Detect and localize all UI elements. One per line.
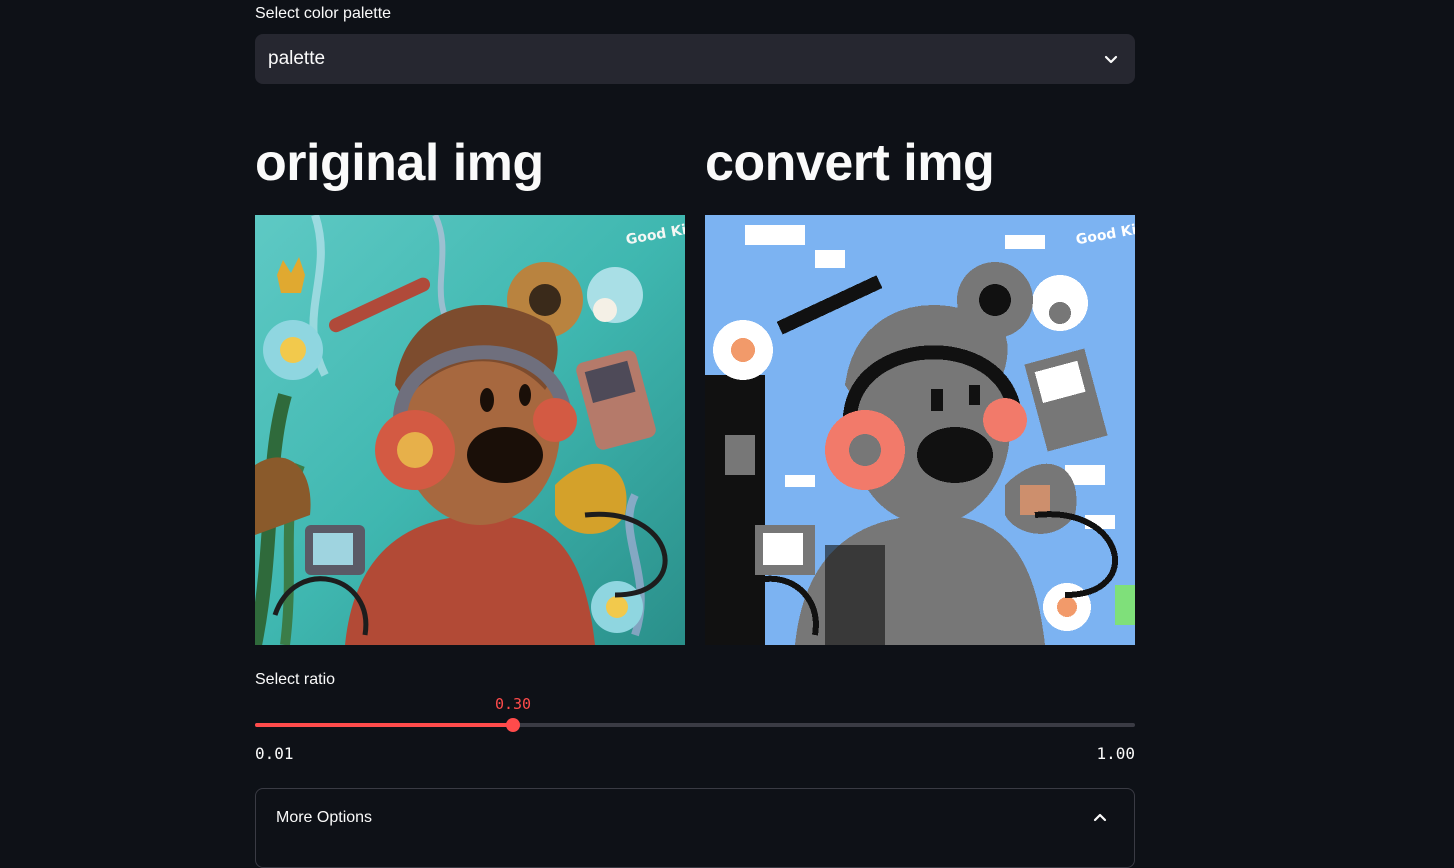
chevron-down-icon: [1101, 49, 1121, 69]
ratio-slider-value: 0.30: [494, 695, 532, 713]
palette-select[interactable]: palette: [255, 34, 1135, 84]
more-options-expander: More Options: [255, 788, 1135, 868]
ratio-slider-thumb[interactable]: [506, 718, 520, 732]
ratio-slider-fill: [255, 723, 513, 727]
more-options-header[interactable]: More Options: [256, 789, 1134, 847]
ratio-slider-max: 1.00: [1096, 744, 1135, 763]
chevron-up-icon: [1090, 808, 1110, 828]
converted-image: Good Kid 3: [705, 215, 1135, 645]
ratio-slider-min: 0.01: [255, 744, 294, 763]
original-image: Good Kid 3: [255, 215, 685, 645]
ratio-slider-label: Select ratio: [255, 671, 336, 688]
more-options-title: More Options: [276, 809, 373, 826]
convert-img-heading: convert img: [705, 134, 995, 192]
palette-select-label: Select color palette: [255, 5, 392, 22]
palette-select-value: palette: [268, 48, 326, 69]
original-img-heading: original img: [255, 134, 544, 192]
